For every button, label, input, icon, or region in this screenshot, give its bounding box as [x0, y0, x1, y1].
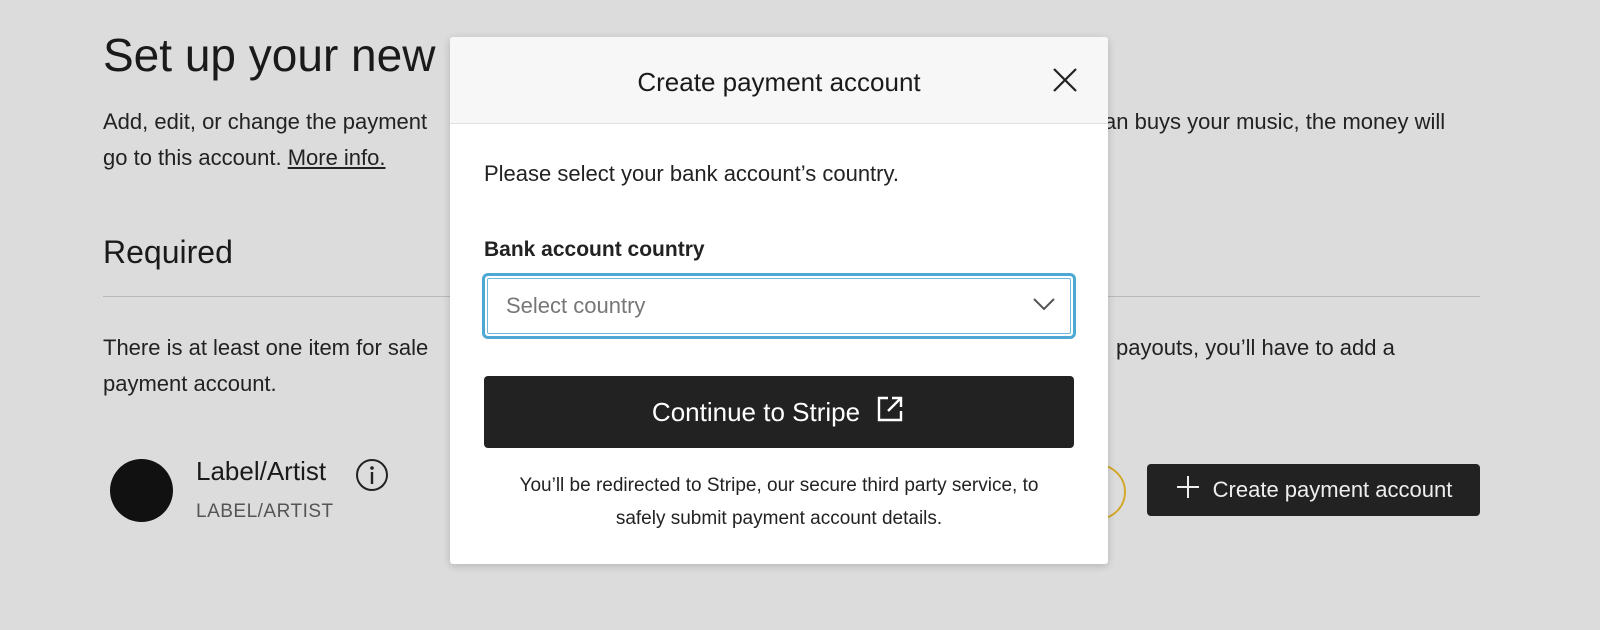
create-button-label: Create payment account	[1212, 477, 1453, 502]
intro-text-left: Add, edit, or change the payment	[103, 109, 428, 134]
country-select-inner[interactable]: Select country	[487, 278, 1071, 334]
chevron-down-icon	[1032, 296, 1056, 317]
create-payment-account-button[interactable]: Create payment account	[1147, 464, 1480, 516]
intro-text-right: an buys your music, the money will	[1104, 109, 1446, 134]
intro-text-line2: go to this account. More info.	[103, 140, 386, 176]
entity-name: Label/Artist	[196, 456, 327, 486]
external-link-icon	[874, 393, 906, 432]
country-select[interactable]: Select country	[482, 273, 1076, 339]
plus-icon	[1175, 474, 1201, 506]
modal-title: Create payment account	[637, 67, 921, 97]
continue-to-stripe-button[interactable]: Continue to Stripe	[484, 376, 1074, 448]
modal-header: Create payment account	[450, 37, 1108, 124]
info-icon[interactable]	[355, 458, 389, 492]
redirect-note-line1: You’ll be redirected to Stripe, our secu…	[519, 475, 1039, 496]
entity-type: LABEL/ARTIST	[196, 501, 334, 522]
required-text-line2: payment account.	[103, 371, 277, 396]
continue-button-label: Continue to Stripe	[651, 396, 861, 427]
create-payment-account-modal: Create payment account Please select you…	[450, 37, 1108, 564]
more-info-link[interactable]: More info.	[288, 145, 386, 170]
modal-instruction: Please select your bank account’s countr…	[484, 161, 899, 186]
country-select-placeholder: Select country	[506, 293, 646, 318]
page-title: Set up your new	[103, 29, 436, 81]
section-heading: Required	[103, 234, 233, 270]
required-text-right: payouts, you’ll have to add a	[1116, 335, 1395, 360]
redirect-note-line2: safely submit payment account details.	[615, 508, 943, 529]
intro-text-prefix: go to this account.	[103, 145, 282, 170]
avatar	[110, 459, 173, 522]
required-text-left: There is at least one item for sale	[103, 335, 429, 360]
country-field-label: Bank account country	[484, 238, 705, 261]
redirect-note: You’ll be redirected to Stripe, our secu…	[484, 469, 1074, 535]
close-icon[interactable]	[1050, 65, 1080, 95]
